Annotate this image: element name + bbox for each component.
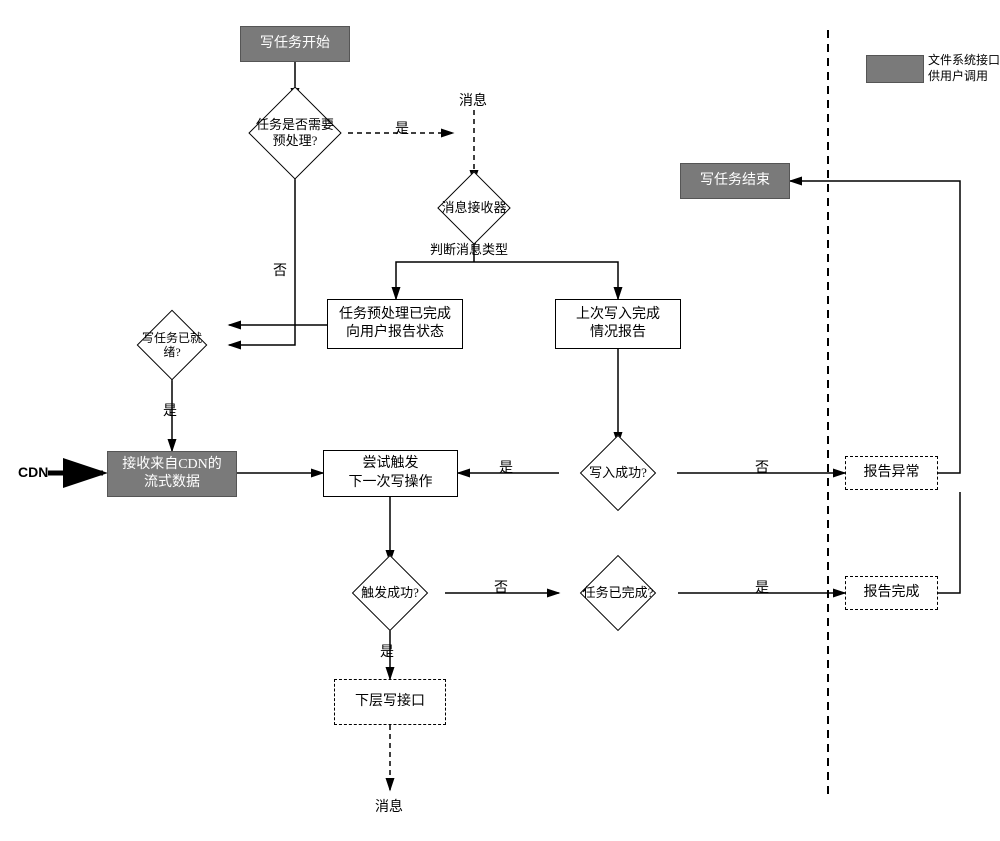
- last-write-report-label: 上次写入完成 情况报告: [576, 306, 660, 342]
- write-success-label: 写入成功?: [589, 465, 647, 481]
- decision-write-success: 写入成功?: [591, 446, 645, 500]
- edge-no-3: 否: [494, 577, 508, 597]
- legend-swatch: [866, 55, 924, 83]
- try-trigger-label: 尝试触发 下一次写操作: [349, 455, 433, 491]
- decision-task-done: 任务已完成?: [591, 566, 645, 620]
- decision-need-preprocess-label: 任务是否需要 预处理?: [256, 117, 334, 148]
- judge-type-label: 判断消息类型: [430, 239, 508, 258]
- box-lower-write-interface: 下层写接口: [334, 679, 446, 725]
- edge-no-2: 否: [755, 457, 769, 477]
- report-done-label: 报告完成: [864, 584, 920, 602]
- edge-yes-5: 是: [380, 641, 394, 661]
- decision-task-ready: 写任务已就绪?: [147, 320, 197, 370]
- trigger-success-label: 触发成功?: [361, 585, 419, 601]
- start-label: 写任务开始: [260, 35, 330, 53]
- receive-cdn-label: 接收来自CDN的 流式数据: [122, 456, 222, 492]
- flowchart-canvas: 写任务开始 任务是否需要 预处理? 消息 消息接收器 判断消息类型 写任务已就绪…: [0, 0, 1000, 841]
- decision-trigger-success: 触发成功?: [363, 566, 417, 620]
- edge-no-1: 否: [273, 260, 287, 280]
- receiver-label: 消息接收器: [442, 200, 507, 216]
- message-bottom-label: 消息: [375, 796, 403, 816]
- edge-yes-3: 是: [499, 457, 513, 477]
- box-try-trigger: 尝试触发 下一次写操作: [323, 450, 458, 497]
- cdn-label: CDN: [18, 464, 48, 480]
- preprocess-done-label: 任务预处理已完成 向用户报告状态: [339, 306, 451, 342]
- box-last-write-report: 上次写入完成 情况报告: [555, 299, 681, 349]
- box-report-done: 报告完成: [845, 576, 938, 610]
- edge-yes-4: 是: [755, 577, 769, 597]
- end-node: 写任务结束: [680, 163, 790, 199]
- decision-need-preprocess: 任务是否需要 预处理?: [262, 100, 328, 166]
- task-ready-label: 写任务已就绪?: [137, 331, 207, 360]
- legend-text: 文件系统接口 供用户调用: [928, 53, 1000, 84]
- task-done-label: 任务已完成?: [583, 585, 654, 601]
- decision-message-receiver: 消息接收器: [448, 182, 500, 234]
- start-node: 写任务开始: [240, 26, 350, 62]
- box-report-error: 报告异常: [845, 456, 938, 490]
- message-top-label: 消息: [459, 90, 487, 110]
- end-label: 写任务结束: [700, 172, 770, 190]
- edge-yes-2: 是: [163, 400, 177, 420]
- box-preprocess-done: 任务预处理已完成 向用户报告状态: [327, 299, 463, 349]
- box-receive-cdn: 接收来自CDN的 流式数据: [107, 451, 237, 497]
- lower-write-label: 下层写接口: [355, 693, 425, 711]
- edge-yes-1: 是: [395, 118, 409, 138]
- report-error-label: 报告异常: [864, 464, 920, 482]
- connector-layer: [0, 0, 1000, 841]
